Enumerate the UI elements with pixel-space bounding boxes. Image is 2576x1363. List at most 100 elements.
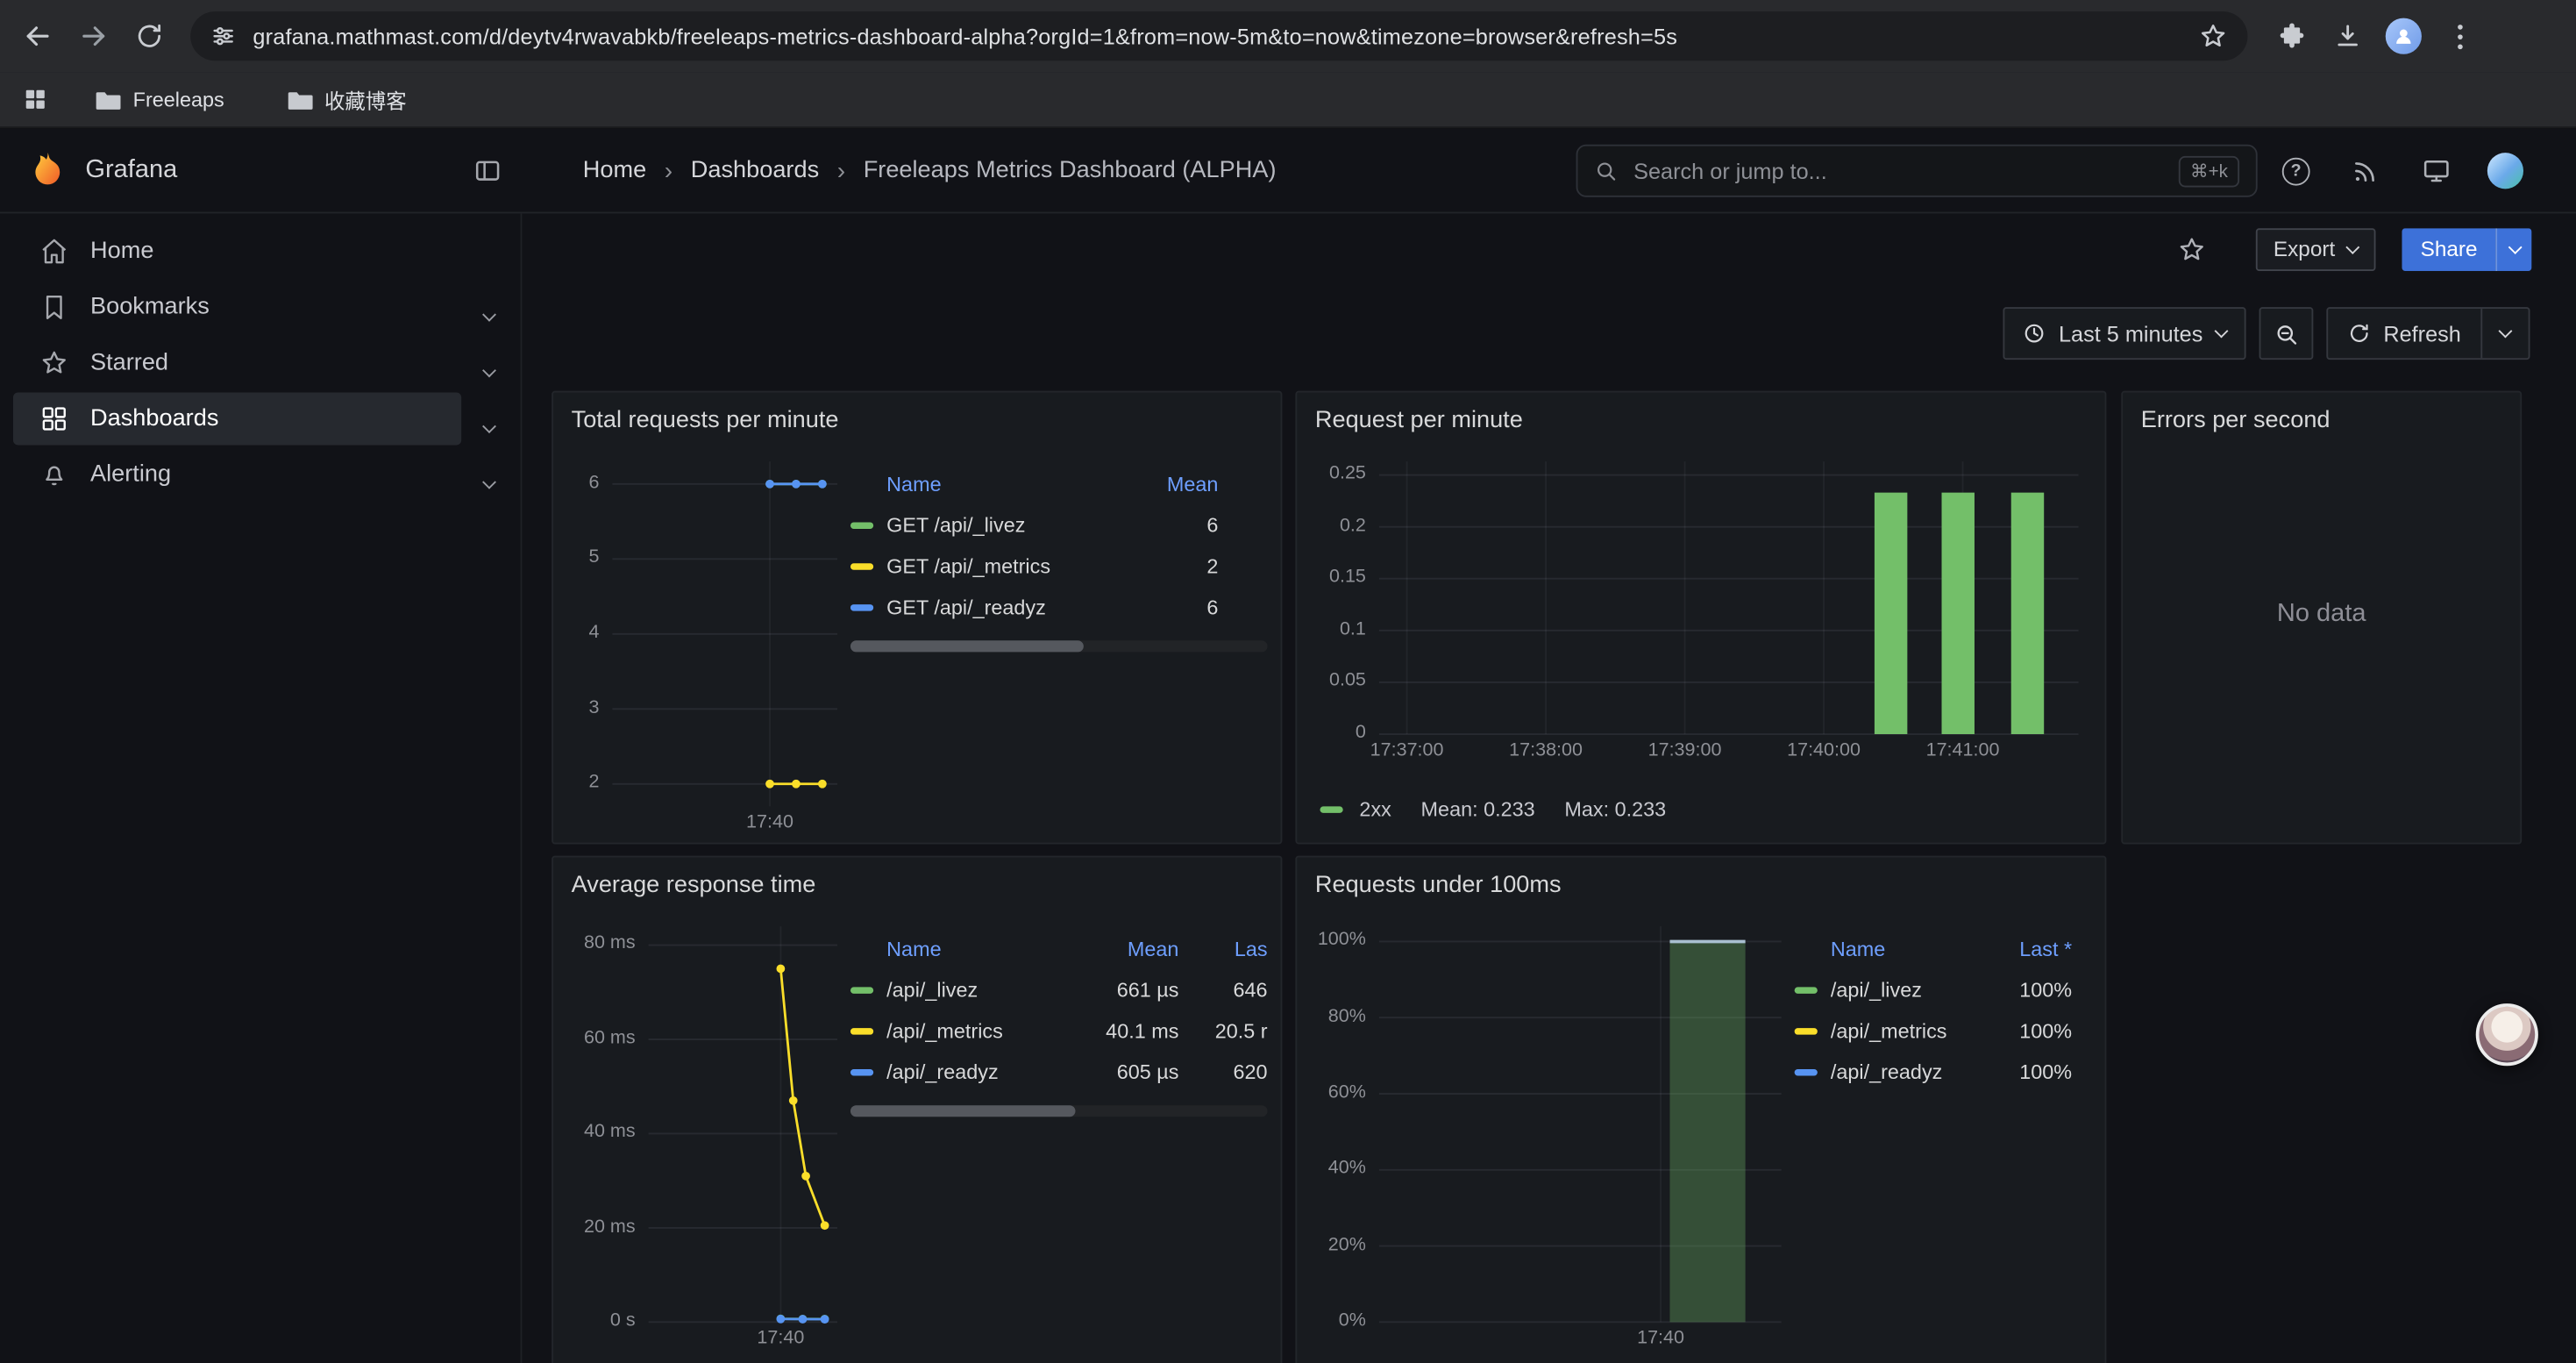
bookmark-folder-blogs[interactable]: 收藏博客 (287, 83, 407, 115)
bookmark-folder-freeleaps[interactable]: Freeleaps (96, 88, 224, 111)
zoom-out-button[interactable] (2259, 307, 2313, 360)
legend-header-name[interactable]: Name (886, 473, 1133, 496)
series-name[interactable]: /api/_readyz (1831, 1060, 1974, 1083)
news-rss-icon[interactable] (2351, 128, 2379, 213)
profile-avatar[interactable] (2376, 8, 2432, 64)
export-button[interactable]: Export (2255, 227, 2376, 270)
help-icon[interactable]: ? (2282, 128, 2310, 213)
avatar (2386, 18, 2422, 54)
chart-requests-under-100ms[interactable]: 100%80%60%40%20%0%17:40 (1379, 926, 1782, 1322)
person-icon (2392, 25, 2415, 47)
series-name[interactable]: GET /api/_livez (886, 513, 1133, 536)
series-name[interactable]: GET /api/_metrics (886, 554, 1133, 577)
legend-row[interactable]: /api/_metrics 100% (1795, 1010, 2092, 1052)
sidebar-item-dashboards: Dashboards (0, 391, 521, 447)
series-color-dash (1320, 806, 1342, 812)
extensions-icon[interactable] (2264, 8, 2320, 64)
refresh-button[interactable]: Refresh (2328, 309, 2481, 358)
bookmark-label: Freeleaps (133, 88, 224, 111)
reload-icon (135, 21, 165, 51)
clock-icon (2023, 322, 2046, 345)
share-button[interactable]: Share (2402, 227, 2495, 270)
dock-sidebar-icon[interactable] (473, 156, 502, 186)
legend-row[interactable]: GET /api/_metrics 2 (850, 546, 1268, 587)
legend-request-per-minute[interactable]: 2xx Mean: 0.233 Max: 0.233 (1320, 793, 1666, 825)
apps-grid-icon[interactable] (10, 76, 59, 122)
url-bar[interactable]: grafana.mathmast.com/d/deytv4rwavabkb/fr… (190, 11, 2247, 61)
share-button-group: Share (2402, 227, 2531, 270)
chart-request-per-minute[interactable]: 0.250.20.150.10.05017:37:0017:38:0017:39… (1379, 461, 2079, 734)
series-name[interactable]: /api/_livez (886, 978, 1067, 1001)
y-axis-tick: 0 s (610, 1313, 636, 1332)
legend-header-last[interactable]: Last * (1987, 938, 2072, 960)
series-name[interactable]: GET /api/_readyz (886, 596, 1133, 618)
legend-header-last[interactable]: Las (1192, 938, 1267, 960)
dashboard-canvas: Export Share Last 5 minutes Refresh (522, 213, 2575, 1363)
sidebar-item-label: Alerting (90, 461, 171, 488)
panel-title[interactable]: Requests under 100ms (1297, 857, 2104, 913)
legend-row[interactable]: /api/_livez 661 µs 646 (850, 969, 1268, 1010)
sidebar-item-label: Starred (90, 350, 168, 376)
legend-header-mean[interactable]: Mean (1080, 938, 1178, 960)
chevron-down-icon[interactable] (484, 301, 494, 331)
series-name[interactable]: 2xx (1359, 798, 1391, 821)
legend-row[interactable]: GET /api/_livez 6 (850, 504, 1268, 546)
series-name[interactable]: /api/_livez (1831, 978, 1974, 1001)
downloads-icon[interactable] (2320, 8, 2376, 64)
panel-title[interactable]: Total requests per minute (553, 393, 1281, 449)
breadcrumb-current: Freeleaps Metrics Dashboard (ALPHA) (864, 158, 1277, 184)
panel-title[interactable]: Errors per second (2123, 393, 2520, 449)
user-avatar[interactable] (2487, 128, 2523, 213)
x-axis-tick: 17:40:00 (1787, 742, 1861, 761)
panel-title[interactable]: Request per minute (1297, 393, 2104, 449)
series-name[interactable]: /api/_readyz (886, 1060, 1067, 1083)
y-axis-tick: 40 ms (584, 1124, 636, 1144)
legend-scrollbar[interactable] (850, 640, 1268, 652)
refresh-interval-dropdown[interactable] (2480, 309, 2528, 358)
share-dropdown-button[interactable] (2495, 227, 2531, 270)
x-axis-tick: 17:38:00 (1509, 742, 1583, 761)
chart-total-requests[interactable]: 6543217:40 (612, 461, 837, 806)
search-box[interactable]: ⌘+k (1576, 145, 2258, 197)
breadcrumb-separator: › (837, 157, 845, 185)
legend-row[interactable]: /api/_metrics 40.1 ms 20.5 r (850, 1010, 1268, 1052)
chevron-down-icon[interactable] (484, 468, 494, 498)
chevron-down-icon[interactable] (484, 412, 494, 442)
series-mean: 6 (1146, 513, 1218, 536)
series-name[interactable]: /api/_metrics (886, 1019, 1067, 1042)
legend-header-name[interactable]: Name (1831, 938, 1974, 960)
legend-row[interactable]: /api/_readyz 605 µs 620 (850, 1051, 1268, 1092)
legend-header-row: Name Mean (850, 465, 1268, 504)
browser-menu-icon[interactable] (2431, 8, 2487, 64)
favorite-star-icon[interactable] (2176, 234, 2206, 264)
y-axis-tick: 3 (588, 699, 599, 718)
reload-button[interactable] (122, 8, 178, 64)
floating-assistant-avatar[interactable] (2476, 1003, 2538, 1066)
breadcrumb-dashboards[interactable]: Dashboards (691, 158, 819, 184)
forward-button[interactable] (66, 8, 122, 64)
bookmark-star-icon[interactable] (2198, 21, 2228, 51)
y-axis-tick: 5 (588, 550, 599, 569)
panel-title[interactable]: Average response time (553, 857, 1281, 913)
x-axis-tick: 17:39:00 (1648, 742, 1722, 761)
scrollbar-thumb[interactable] (850, 640, 1084, 652)
chevron-down-icon[interactable] (484, 356, 494, 386)
legend-scrollbar[interactable] (850, 1105, 1268, 1117)
search-input[interactable] (1630, 157, 2179, 185)
back-button[interactable] (10, 8, 66, 64)
legend-header-name[interactable]: Name (886, 938, 1067, 960)
kiosk-monitor-icon[interactable] (2422, 128, 2451, 213)
scrollbar-thumb[interactable] (850, 1105, 1076, 1117)
chart-average-response-time[interactable]: 80 ms60 ms40 ms20 ms0 s17:40 (649, 926, 837, 1322)
legend-row[interactable]: /api/_readyz 100% (1795, 1051, 2092, 1092)
time-range-picker[interactable]: Last 5 minutes (2003, 307, 2245, 360)
grafana-logo[interactable] (26, 149, 69, 192)
rss-icon (2351, 157, 2379, 185)
series-mean: 2 (1146, 554, 1218, 577)
legend-header-mean[interactable]: Mean (1146, 473, 1218, 496)
legend-row[interactable]: /api/_livez 100% (1795, 969, 2092, 1010)
series-name[interactable]: /api/_metrics (1831, 1019, 1974, 1042)
breadcrumb-home[interactable]: Home (583, 158, 646, 184)
site-settings-icon[interactable] (210, 23, 237, 49)
legend-row[interactable]: GET /api/_readyz 6 (850, 586, 1268, 627)
